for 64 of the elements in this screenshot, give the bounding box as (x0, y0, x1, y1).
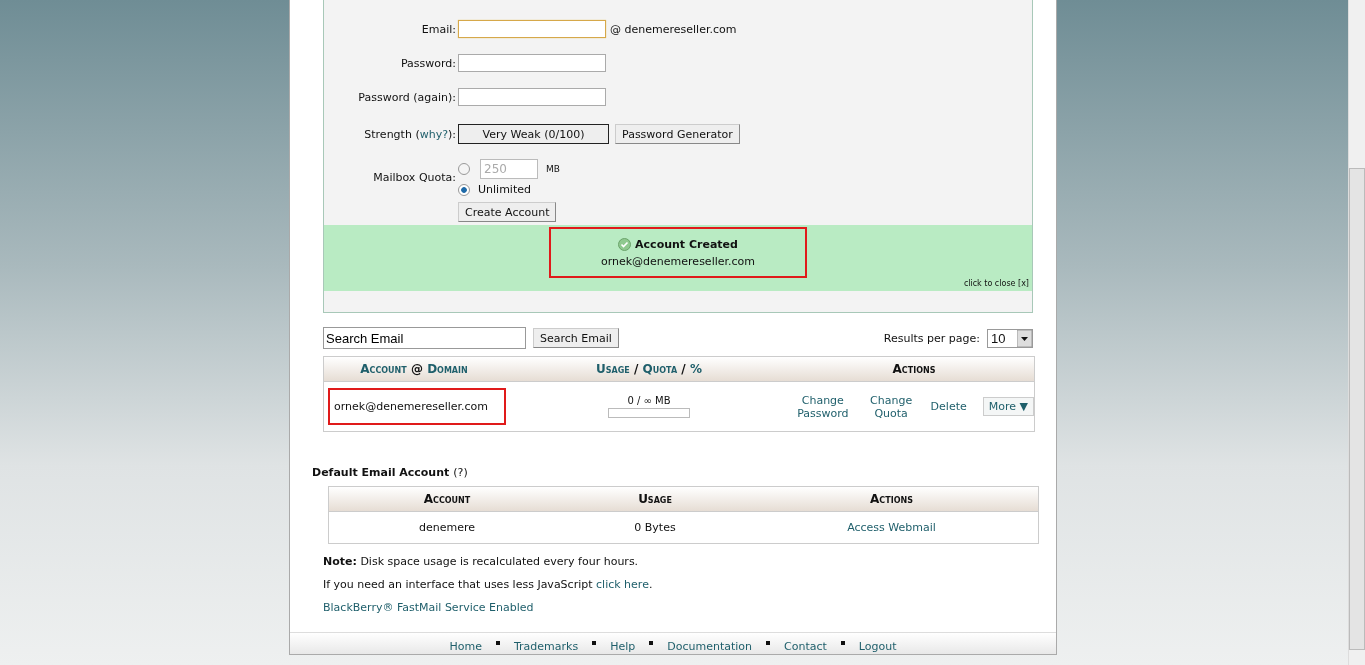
sort-link[interactable]: % (689, 362, 702, 376)
note-text: Note: Disk space usage is recalculated every four hours. (323, 555, 640, 568)
results-label: Results per page: (883, 331, 980, 345)
footer-link[interactable]: Home (449, 640, 482, 653)
option-label: Unlimited (478, 183, 531, 196)
more-button[interactable]: More ▼ (982, 397, 1034, 416)
why-link[interactable]: why? (419, 127, 448, 141)
column-header: Actions (891, 362, 937, 376)
sort-link[interactable]: Quota (642, 362, 678, 376)
sort-link[interactable]: Usage (596, 362, 630, 376)
section-title: Default Email Account (312, 466, 450, 479)
account-cell: ornek@denemereseller.com (328, 388, 506, 425)
column-header: Account @ Domain (359, 362, 469, 376)
close-link[interactable]: click to close [x] (963, 279, 1029, 288)
bullet-icon (840, 641, 845, 645)
radio-button[interactable] (458, 163, 470, 175)
help-mark[interactable]: (?) (453, 466, 468, 479)
password-field[interactable] (458, 88, 606, 106)
password-field[interactable] (458, 54, 606, 72)
email-field[interactable] (458, 20, 606, 38)
action-link[interactable]: Delete (930, 400, 967, 413)
bullet-icon (649, 641, 654, 645)
check-icon (618, 237, 632, 251)
field-label: Password: (399, 56, 456, 70)
unit-label: MB (546, 164, 560, 174)
notice-detail: ornek@denemereseller.com (600, 254, 756, 268)
strength-meter: Very Weak (0/100) (458, 124, 609, 144)
footer-link[interactable]: Contact (784, 640, 827, 653)
blackberry-link[interactable]: BlackBerry® FastMail Service Enabled (323, 601, 534, 614)
dropdown-icon (1017, 329, 1032, 347)
search-field[interactable]: Search Email (323, 327, 526, 349)
sort-link[interactable]: Domain (427, 362, 468, 376)
action-link[interactable]: Change Password (794, 393, 852, 420)
column-header: Usage (637, 492, 673, 506)
field-label: Password (again): (357, 90, 456, 104)
scrollbar[interactable] (1348, 0, 1365, 665)
usage-text: 0 / ∞ MB (627, 395, 671, 406)
bullet-icon (592, 641, 597, 645)
radio-button[interactable] (458, 183, 470, 196)
bullet-icon (495, 641, 500, 645)
javascript-note: If you need an interface that uses less JavaScript click here. (323, 578, 654, 591)
field-label: Strength (why?): (363, 127, 456, 141)
webmail-link[interactable]: Access Webmail (745, 521, 1038, 534)
domain-label: @ denemereseller.com (610, 22, 737, 36)
bullet-icon (766, 641, 771, 645)
table-cell-text: denemere (418, 521, 476, 534)
column-header: Account (422, 492, 472, 506)
footer-link[interactable]: Logout (858, 640, 897, 653)
table-cell-text: 0 Bytes (633, 521, 677, 534)
field-label: Mailbox Quota: (372, 171, 456, 184)
sort-link[interactable]: Account (360, 362, 407, 376)
create-account-button[interactable]: Create Account (458, 202, 557, 222)
action-link[interactable]: Change Quota (867, 393, 915, 420)
field-label: Email: (420, 22, 456, 36)
column-header: Usage / Quota / % (595, 362, 703, 376)
footer-link[interactable]: Trademarks (513, 640, 579, 653)
footer-link[interactable]: Documentation (667, 640, 753, 653)
click-here-link[interactable]: click here (596, 578, 649, 591)
notice-title: Account Created (635, 237, 738, 251)
footer-link[interactable]: Help (610, 640, 636, 653)
search-button[interactable]: Search Email (533, 328, 619, 348)
generator-button[interactable]: Password Generator (615, 124, 740, 144)
per-page-select[interactable]: 10 (987, 328, 1033, 348)
column-header: Actions (869, 492, 914, 506)
